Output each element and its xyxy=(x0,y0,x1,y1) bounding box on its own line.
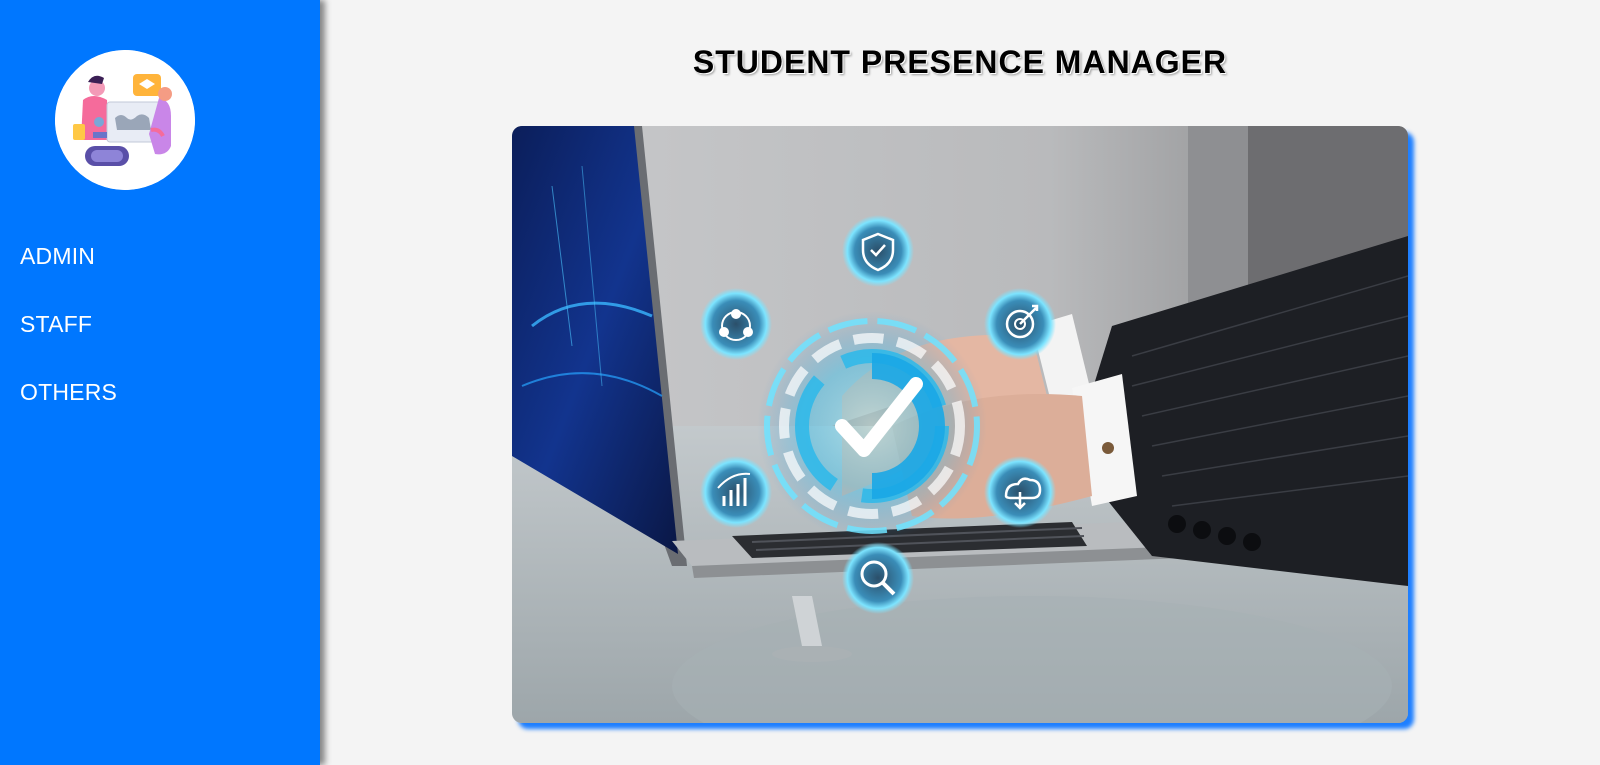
shield-check-icon xyxy=(842,215,914,287)
page-title: STUDENT PRESENCE MANAGER xyxy=(692,44,1228,80)
target-icon xyxy=(984,288,1056,360)
logo[interactable] xyxy=(55,50,195,190)
education-illustration-icon xyxy=(55,50,195,190)
cloud-download-icon xyxy=(984,456,1056,528)
sidebar-item-others[interactable]: OTHERS xyxy=(20,369,117,437)
sidebar-item-admin[interactable]: ADMIN xyxy=(20,233,117,301)
sidebar-item-staff[interactable]: STAFF xyxy=(20,301,117,369)
team-network-icon xyxy=(700,288,772,360)
hero-image xyxy=(512,126,1408,723)
sidebar: ADMIN STAFF OTHERS xyxy=(0,0,320,765)
sidebar-nav: ADMIN STAFF OTHERS xyxy=(20,233,117,437)
growth-chart-icon xyxy=(700,456,772,528)
search-analytics-icon xyxy=(842,542,914,614)
